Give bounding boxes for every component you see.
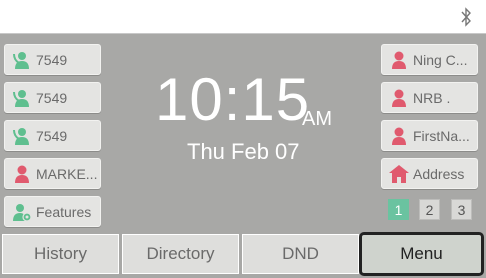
phone-screen: 7549 7549 7549 MARKE... Features Ning C.…	[0, 0, 486, 278]
status-bar	[0, 0, 486, 34]
contact-icon	[387, 87, 411, 109]
line-key-label: Address	[413, 165, 465, 182]
page-1-button[interactable]: 1	[388, 199, 409, 220]
line-key-1[interactable]: 7549	[4, 44, 101, 75]
address-book-icon	[387, 163, 411, 185]
clock: 10:15 AM	[155, 66, 332, 133]
line-key-3[interactable]: 7549	[4, 120, 101, 151]
line-key-label: Features	[36, 203, 92, 220]
clock-ampm: AM	[302, 108, 332, 130]
softkey-bar: History Directory DND Menu	[0, 232, 486, 278]
contact-icon	[387, 125, 411, 147]
menu-softkey[interactable]: Menu	[359, 232, 484, 276]
line-key-label: FirstNa...	[413, 127, 470, 144]
line-key-4[interactable]: MARKE...	[4, 158, 101, 189]
line-key-label: MARKE...	[36, 165, 98, 182]
line-idle-icon	[10, 125, 34, 147]
line-key-8[interactable]: FirstNa...	[381, 120, 478, 151]
line-key-6[interactable]: Ning C...	[381, 44, 478, 75]
bluetooth-icon	[461, 7, 471, 27]
line-key-label: Ning C...	[413, 51, 468, 68]
contact-icon	[10, 163, 34, 185]
clock-time: 10:15	[155, 66, 311, 133]
dnd-softkey[interactable]: DND	[242, 234, 359, 274]
line-key-9[interactable]: Address	[381, 158, 478, 189]
page-3-button[interactable]: 3	[451, 199, 472, 220]
line-idle-icon	[10, 87, 34, 109]
line-key-label: 7549	[36, 89, 68, 106]
contact-icon	[387, 49, 411, 71]
features-icon	[10, 201, 34, 223]
page-2-button[interactable]: 2	[419, 199, 440, 220]
line-idle-icon	[10, 49, 34, 71]
clock-date: Thu Feb 07	[187, 139, 300, 164]
line-key-2[interactable]: 7549	[4, 82, 101, 113]
line-key-7[interactable]: NRB .	[381, 82, 478, 113]
line-key-label: NRB .	[413, 89, 451, 106]
line-key-label: 7549	[36, 127, 68, 144]
line-key-label: 7549	[36, 51, 68, 68]
line-key-5[interactable]: Features	[4, 196, 101, 227]
directory-softkey[interactable]: Directory	[122, 234, 239, 274]
history-softkey[interactable]: History	[2, 234, 119, 274]
